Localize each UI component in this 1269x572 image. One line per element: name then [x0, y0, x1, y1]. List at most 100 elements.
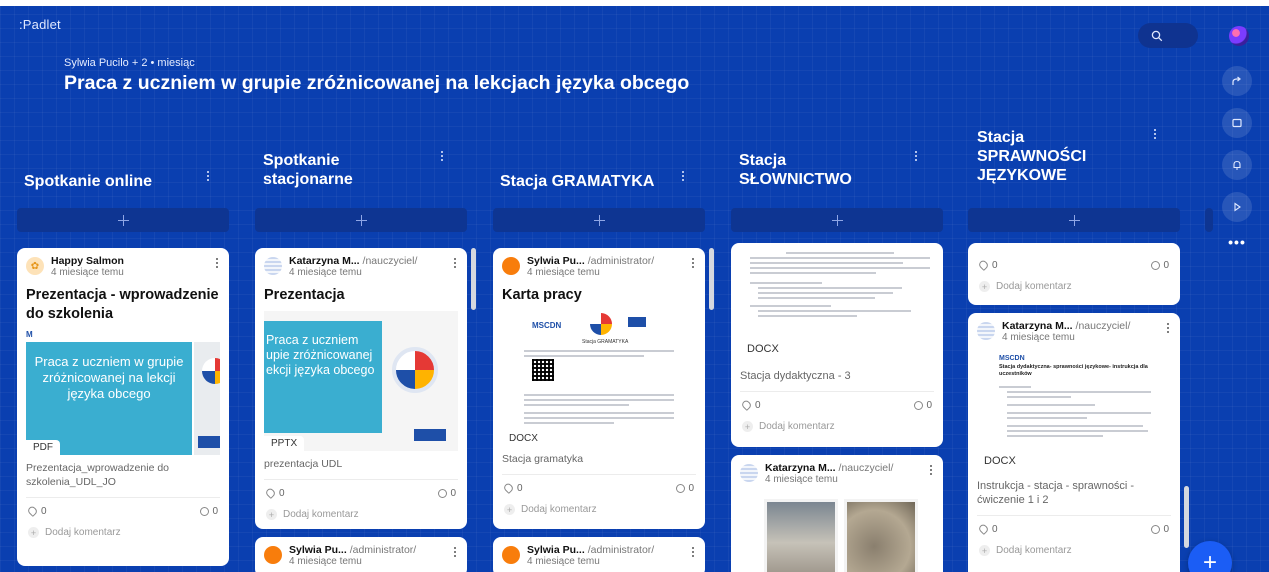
column-title-stacjonarne[interactable]: Spotkanie stacjonarne — [263, 151, 393, 189]
post-card[interactable]: Katarzyna M... /nauczyciel/ 4 miesiące t… — [968, 313, 1180, 572]
post-card[interactable]: Sylwia Pu... /administrator/ 4 miesiące … — [255, 537, 467, 572]
column-title-gramatyka[interactable]: Stacja GRAMATYKA — [500, 172, 680, 191]
remake-button[interactable] — [1222, 108, 1252, 138]
add-post-fab[interactable]: + — [1188, 541, 1232, 572]
column-menu-icon[interactable] — [680, 169, 686, 183]
add-comment[interactable]: + Dodaj komentarz — [17, 517, 229, 538]
slideshow-button[interactable] — [1222, 192, 1252, 222]
post-caption: Stacja dydaktyczna - 3 — [740, 370, 851, 382]
add-post-button[interactable] — [17, 208, 229, 232]
docx-preview[interactable]: MSCDN Stacja dydaktyczna- sprawności jęz… — [977, 351, 1171, 473]
post-card[interactable]: Sylwia Pu... /administrator/ 4 miesiące … — [493, 537, 705, 572]
post-card[interactable]: Katarzyna M... /nauczyciel/ 4 miesiące t… — [255, 248, 467, 529]
pdf-preview[interactable]: Praca z uczniem w grupie zróżnicowanej n… — [26, 330, 220, 455]
post-time: 4 miesiące temu — [289, 556, 362, 567]
add-post-button[interactable] — [731, 208, 943, 232]
add-comment[interactable]: + Dodaj komentarz — [255, 499, 467, 520]
like-button[interactable]: 0 — [977, 259, 998, 272]
share-button[interactable] — [1222, 66, 1252, 96]
post-menu-icon[interactable] — [452, 256, 458, 270]
post-card[interactable]: DOCX Stacja dydaktyczna - 3 0 0 + Dodaj k… — [731, 243, 943, 447]
post-time: 4 miesiące temu — [527, 556, 600, 567]
post-title: Prezentacja — [264, 287, 345, 303]
comment-icon — [1151, 260, 1161, 270]
post-author: Sylwia Pu... — [289, 544, 347, 556]
user-avatar[interactable] — [1229, 26, 1249, 46]
post-menu-icon[interactable] — [928, 463, 934, 477]
like-button[interactable]: 0 — [502, 482, 523, 495]
comment-count[interactable]: 0 — [1151, 524, 1169, 535]
more-options-button[interactable]: ••• — [1222, 234, 1252, 250]
post-menu-icon[interactable] — [1165, 321, 1171, 335]
column-scrollbar[interactable] — [709, 248, 714, 310]
docx-preview[interactable]: MSCDN Stacja GRAMATYKA DOCX — [502, 311, 696, 446]
comment-icon — [676, 483, 686, 493]
post-role: /nauczyciel/ — [838, 462, 894, 474]
column-title-slownictwo[interactable]: Stacja SŁOWNICTWO — [739, 151, 864, 189]
docx-preview[interactable]: DOCX — [740, 243, 934, 363]
post-time: 4 miesiące temu — [527, 267, 600, 278]
comment-count[interactable]: 0 — [1151, 260, 1169, 271]
column-menu-icon[interactable] — [439, 149, 445, 163]
image-preview[interactable] — [740, 499, 934, 572]
comment-count[interactable]: 0 — [676, 483, 694, 494]
add-post-button[interactable] — [968, 208, 1180, 232]
post-card[interactable]: Sylwia Pu... /administrator/ 4 miesiące … — [493, 248, 705, 529]
notifications-button[interactable] — [1222, 150, 1252, 180]
add-comment[interactable]: + Dodaj komentarz — [968, 271, 1180, 292]
user-avatar-icon — [740, 464, 758, 482]
comment-icon — [1151, 524, 1161, 534]
padlet-logo[interactable]: :Padlet — [19, 17, 61, 32]
add-comment[interactable]: + Dodaj komentarz — [968, 535, 1180, 556]
like-button[interactable]: 0 — [26, 505, 47, 518]
post-time: 4 miesiące temu — [1002, 332, 1075, 343]
post-menu-icon[interactable] — [214, 256, 220, 270]
file-type-badge: DOCX — [502, 431, 545, 446]
post-menu-icon[interactable] — [452, 545, 458, 559]
column-title-sprawnosci[interactable]: Stacja SPRAWNOŚCI JĘZYKOWE — [977, 128, 1117, 185]
column-scrollbar[interactable] — [471, 248, 476, 310]
preview-text: Praca z uczniem w grupie zróżnicowanej n… — [34, 354, 184, 401]
post-menu-icon[interactable] — [690, 545, 696, 559]
plus-icon — [1068, 214, 1080, 226]
post-card[interactable]: Katarzyna M... /nauczyciel/ 4 miesiące t… — [731, 455, 943, 572]
column-menu-icon[interactable] — [1152, 127, 1158, 141]
like-button[interactable]: 0 — [740, 399, 761, 412]
post-time: 4 miesiące temu — [765, 474, 838, 485]
post-author: Happy Salmon — [51, 255, 124, 267]
add-post-button[interactable] — [493, 208, 705, 232]
add-comment[interactable]: + Dodaj komentarz — [731, 411, 943, 432]
like-button[interactable]: 0 — [264, 487, 285, 500]
post-card[interactable]: 0 0 + Dodaj komentarz — [968, 243, 1180, 305]
plus-icon: + — [1202, 549, 1217, 572]
plus-icon — [117, 214, 129, 226]
column-scrollbar[interactable] — [1184, 486, 1189, 548]
comment-count[interactable]: 0 — [200, 506, 218, 517]
search-button[interactable] — [1138, 23, 1198, 48]
preview-heading: Stacja GRAMATYKA — [582, 339, 629, 345]
board-title: Praca z uczniem w grupie zróżnicowanej n… — [64, 72, 690, 94]
plus-icon — [355, 214, 367, 226]
post-menu-icon[interactable] — [690, 256, 696, 270]
comment-icon — [438, 488, 448, 498]
pptx-preview[interactable]: Praca z uczniem upie zróżnicowanej ekcji… — [264, 311, 458, 451]
comment-count[interactable]: 0 — [914, 400, 932, 411]
column-menu-icon[interactable] — [913, 149, 919, 163]
like-button[interactable]: 0 — [977, 523, 998, 536]
add-post-button-partial[interactable] — [1205, 208, 1213, 232]
post-role: /nauczyciel/ — [362, 255, 418, 267]
right-action-rail: ••• — [1222, 66, 1256, 250]
add-comment[interactable]: + Dodaj komentarz — [493, 494, 705, 515]
add-post-button[interactable] — [255, 208, 467, 232]
post-caption: Stacja gramatyka — [502, 453, 584, 465]
plus-icon: + — [979, 281, 990, 292]
post-role: /nauczyciel/ — [1075, 320, 1131, 332]
column-title-online[interactable]: Spotkanie online — [24, 172, 194, 191]
post-card[interactable]: ✿ Happy Salmon 4 miesiące temu Prezentac… — [17, 248, 229, 566]
heart-icon — [977, 259, 990, 272]
comment-icon — [914, 400, 924, 410]
post-title: Prezentacja - wprowadzenie do szkolenia — [26, 287, 219, 322]
column-menu-icon[interactable] — [205, 169, 211, 183]
user-avatar-icon — [264, 257, 282, 275]
comment-count[interactable]: 0 — [438, 488, 456, 499]
